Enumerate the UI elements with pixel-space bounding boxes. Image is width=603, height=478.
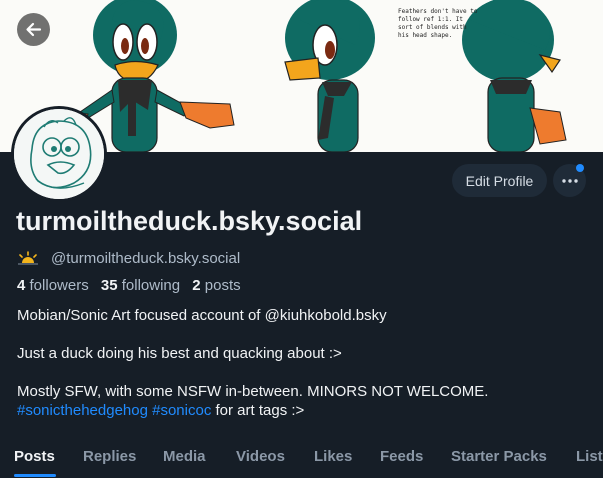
ellipsis-icon <box>561 178 578 183</box>
tab-likes[interactable]: Likes <box>314 448 352 465</box>
profile-stats: 4 followers 35 following 2 posts <box>17 277 241 294</box>
posts-label: posts <box>204 277 241 294</box>
tab-starter-packs[interactable]: Starter Packs <box>451 448 547 465</box>
back-button[interactable] <box>17 13 50 46</box>
posts-count: 2 <box>192 277 201 294</box>
tab-media[interactable]: Media <box>163 448 206 465</box>
followers-link[interactable]: 4 followers <box>17 277 89 294</box>
tab-lists[interactable]: Lists <box>576 448 603 465</box>
following-link[interactable]: 35 following <box>101 277 180 294</box>
notification-dot <box>576 164 584 172</box>
tab-feeds[interactable]: Feeds <box>380 448 423 465</box>
profile-bio: Mobian/Sonic Art focused account of @kiu… <box>17 306 587 420</box>
bio-line: #sonicthehedgehog #sonicoc for art tags … <box>17 401 587 420</box>
followers-count: 4 <box>17 277 26 294</box>
edit-profile-button[interactable]: Edit Profile <box>452 164 547 197</box>
bio-line: Mobian/Sonic Art focused account of @kiu… <box>17 307 387 324</box>
avatar[interactable] <box>11 106 107 202</box>
tab-replies[interactable]: Replies <box>83 448 136 465</box>
banner-note-text: Feathers don't have to follow ref 1:1. I… <box>398 8 478 39</box>
handle-row: @turmoiltheduck.bsky.social <box>17 249 240 267</box>
followers-label: followers <box>29 277 89 294</box>
hashtag-link[interactable]: #sonicoc <box>152 402 211 419</box>
profile-handle: @turmoiltheduck.bsky.social <box>51 249 241 267</box>
bio-text: for art tags :> <box>215 402 305 419</box>
bio-line: Mostly SFW, with some NSFW in-between. M… <box>17 383 489 400</box>
hashtag-link[interactable]: #sonicthehedgehog <box>17 402 148 419</box>
following-label: following <box>121 277 181 294</box>
avatar-artwork <box>14 109 104 199</box>
tab-posts[interactable]: Posts <box>14 448 55 465</box>
display-name: turmoiltheduck.bsky.social <box>16 206 363 236</box>
tab-videos[interactable]: Videos <box>236 448 285 465</box>
arrow-left-icon <box>26 22 42 37</box>
sun-icon <box>18 251 38 265</box>
bio-line: Just a duck doing his best and quacking … <box>17 345 342 362</box>
following-count: 35 <box>100 277 118 294</box>
active-tab-indicator <box>14 474 56 477</box>
profile-tabs: Posts Replies Media Videos Likes Feeds S… <box>0 440 603 478</box>
